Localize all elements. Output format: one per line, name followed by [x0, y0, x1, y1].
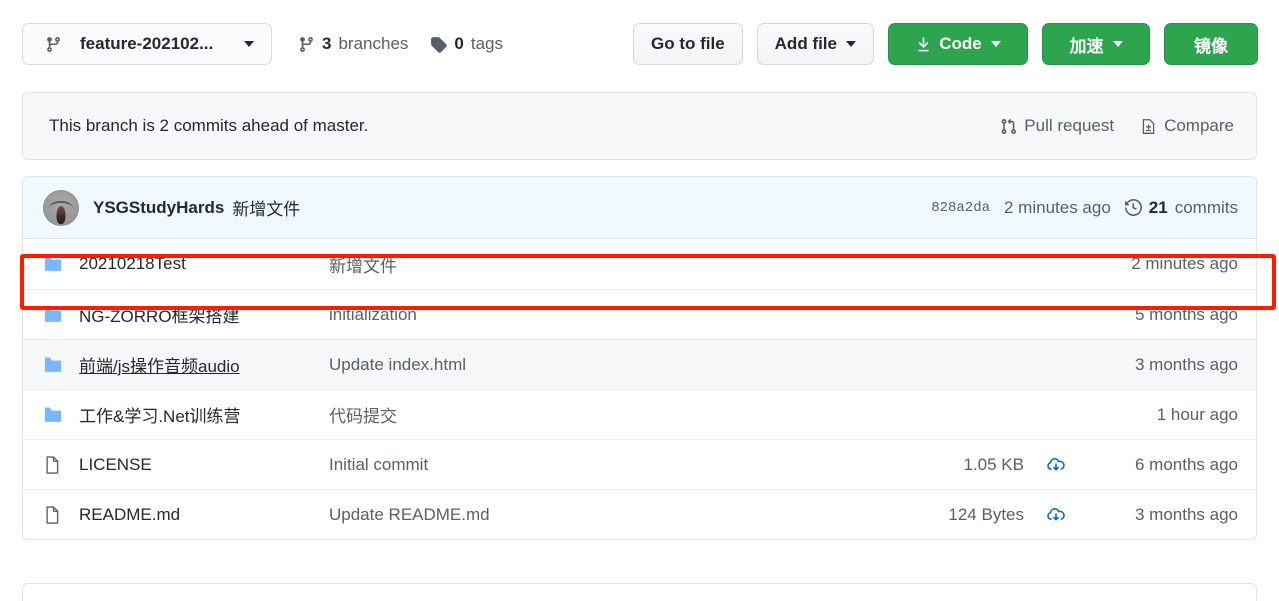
add-file-button[interactable]: Add file: [756, 23, 874, 65]
code-button[interactable]: Code: [888, 23, 1028, 65]
file-icon: [43, 505, 79, 525]
table-row[interactable]: 工作&学习.Net训练营 代码提交 1 hour ago: [23, 389, 1256, 439]
branch-status-text: This branch is 2 commits ahead of master…: [49, 116, 369, 135]
download-cloud-icon[interactable]: [1024, 504, 1088, 526]
branches-label: branches: [338, 34, 409, 53]
chevron-down-icon: [244, 41, 254, 47]
download-icon: [915, 36, 932, 53]
tags-count[interactable]: 0 tags: [430, 34, 503, 54]
commits-count-link[interactable]: 21 commits: [1124, 197, 1238, 218]
file-age: 1 hour ago: [1156, 404, 1238, 424]
avatar: [43, 189, 79, 226]
folder-icon: [43, 305, 79, 325]
folder-icon: [43, 355, 79, 375]
folder-icon: [43, 254, 79, 274]
commit-time: 2 minutes ago: [1004, 197, 1111, 217]
compare-icon: [1140, 118, 1157, 135]
branch-status-bar: This branch is 2 commits ahead of master…: [22, 92, 1257, 160]
add-file-label: Add file: [774, 34, 837, 53]
readme-panel: [22, 583, 1257, 601]
file-name[interactable]: README.md: [79, 505, 329, 525]
file-size: 1.05 KB: [963, 454, 1025, 474]
tags-count-value: 0: [454, 34, 464, 53]
file-commit-message[interactable]: 新增文件: [329, 252, 904, 277]
compare-link[interactable]: Compare: [1140, 116, 1234, 136]
chevron-down-icon: [1112, 41, 1123, 47]
chevron-down-icon: [846, 41, 856, 47]
tags-label: tags: [470, 34, 504, 53]
folder-icon: [43, 405, 79, 425]
accelerate-label: 加速: [1069, 36, 1104, 56]
file-commit-message[interactable]: initialization: [329, 305, 904, 325]
file-name[interactable]: 工作&学习.Net训练营: [79, 402, 329, 427]
file-table: YSGStudyHards 新增文件 828a2da 2 minutes ago…: [22, 176, 1257, 540]
file-icon: [43, 455, 79, 475]
file-commit-message[interactable]: Update index.html: [329, 355, 904, 375]
file-age: 5 months ago: [1134, 304, 1238, 324]
commit-author[interactable]: YSGStudyHards: [93, 198, 224, 218]
file-age: 3 months ago: [1134, 504, 1238, 524]
branch-selector-button[interactable]: feature-202102...: [22, 23, 272, 65]
branch-icon: [45, 36, 62, 53]
branch-icon: [298, 36, 315, 53]
latest-commit-header: YSGStudyHards 新增文件 828a2da 2 minutes ago…: [23, 177, 1256, 239]
go-to-file-button[interactable]: Go to file: [632, 23, 743, 65]
commit-sha[interactable]: 828a2da: [931, 200, 990, 216]
table-row[interactable]: 前端/js操作音频audio Update index.html 3 months …: [23, 339, 1256, 389]
file-rows: 20210218Test 新增文件 2 minutes ago NG-ZORRO框架搭…: [23, 239, 1256, 539]
download-cloud-icon[interactable]: [1024, 454, 1088, 476]
chevron-down-icon: [990, 41, 1001, 47]
file-name[interactable]: 20210218Test: [79, 254, 329, 274]
commits-count-value: 21: [1148, 197, 1168, 217]
file-age: 6 months ago: [1134, 454, 1238, 474]
repo-file-browser: feature-202102... 3 branches 0 tags Go t…: [0, 0, 1279, 601]
go-to-file-label: Go to file: [650, 34, 725, 53]
file-commit-message[interactable]: Update README.md: [329, 505, 904, 525]
pull-request-link[interactable]: Pull request: [1000, 116, 1114, 136]
pull-request-icon: [1000, 118, 1017, 135]
compare-label: Compare: [1164, 116, 1234, 135]
file-age: 2 minutes ago: [1131, 254, 1238, 273]
tag-icon: [430, 36, 448, 53]
mirror-button[interactable]: 镜像: [1164, 23, 1258, 65]
code-label: Code: [939, 34, 982, 53]
repo-toolbar: feature-202102... 3 branches 0 tags Go t…: [0, 0, 1279, 88]
pull-request-label: Pull request: [1024, 116, 1115, 135]
commits-count-label: commits: [1174, 197, 1238, 217]
file-name[interactable]: NG-ZORRO框架搭建: [79, 302, 329, 327]
accelerate-button[interactable]: 加速: [1042, 23, 1150, 65]
file-name[interactable]: 前端/js操作音频audio: [79, 352, 329, 377]
file-commit-message[interactable]: Initial commit: [329, 455, 904, 475]
file-age: 3 months ago: [1134, 354, 1238, 374]
table-row[interactable]: LICENSE Initial commit 1.05 KB 6 months ago: [23, 439, 1256, 489]
mirror-label: 镜像: [1194, 36, 1228, 56]
branches-count-value: 3: [322, 34, 332, 53]
file-commit-message[interactable]: 代码提交: [329, 402, 904, 427]
table-row[interactable]: 20210218Test 新增文件 2 minutes ago: [23, 239, 1256, 289]
file-name[interactable]: LICENSE: [79, 455, 329, 475]
file-size: 124 Bytes: [948, 504, 1024, 524]
history-icon: [1124, 199, 1142, 216]
branches-count[interactable]: 3 branches: [298, 34, 408, 54]
branch-selector-label: feature-202102...: [80, 34, 214, 53]
table-row[interactable]: NG-ZORRO框架搭建 initialization 5 months ago: [23, 289, 1256, 339]
commit-message[interactable]: 新增文件: [232, 195, 300, 220]
table-row[interactable]: README.md Update README.md 124 Bytes 3 mont…: [23, 489, 1256, 539]
